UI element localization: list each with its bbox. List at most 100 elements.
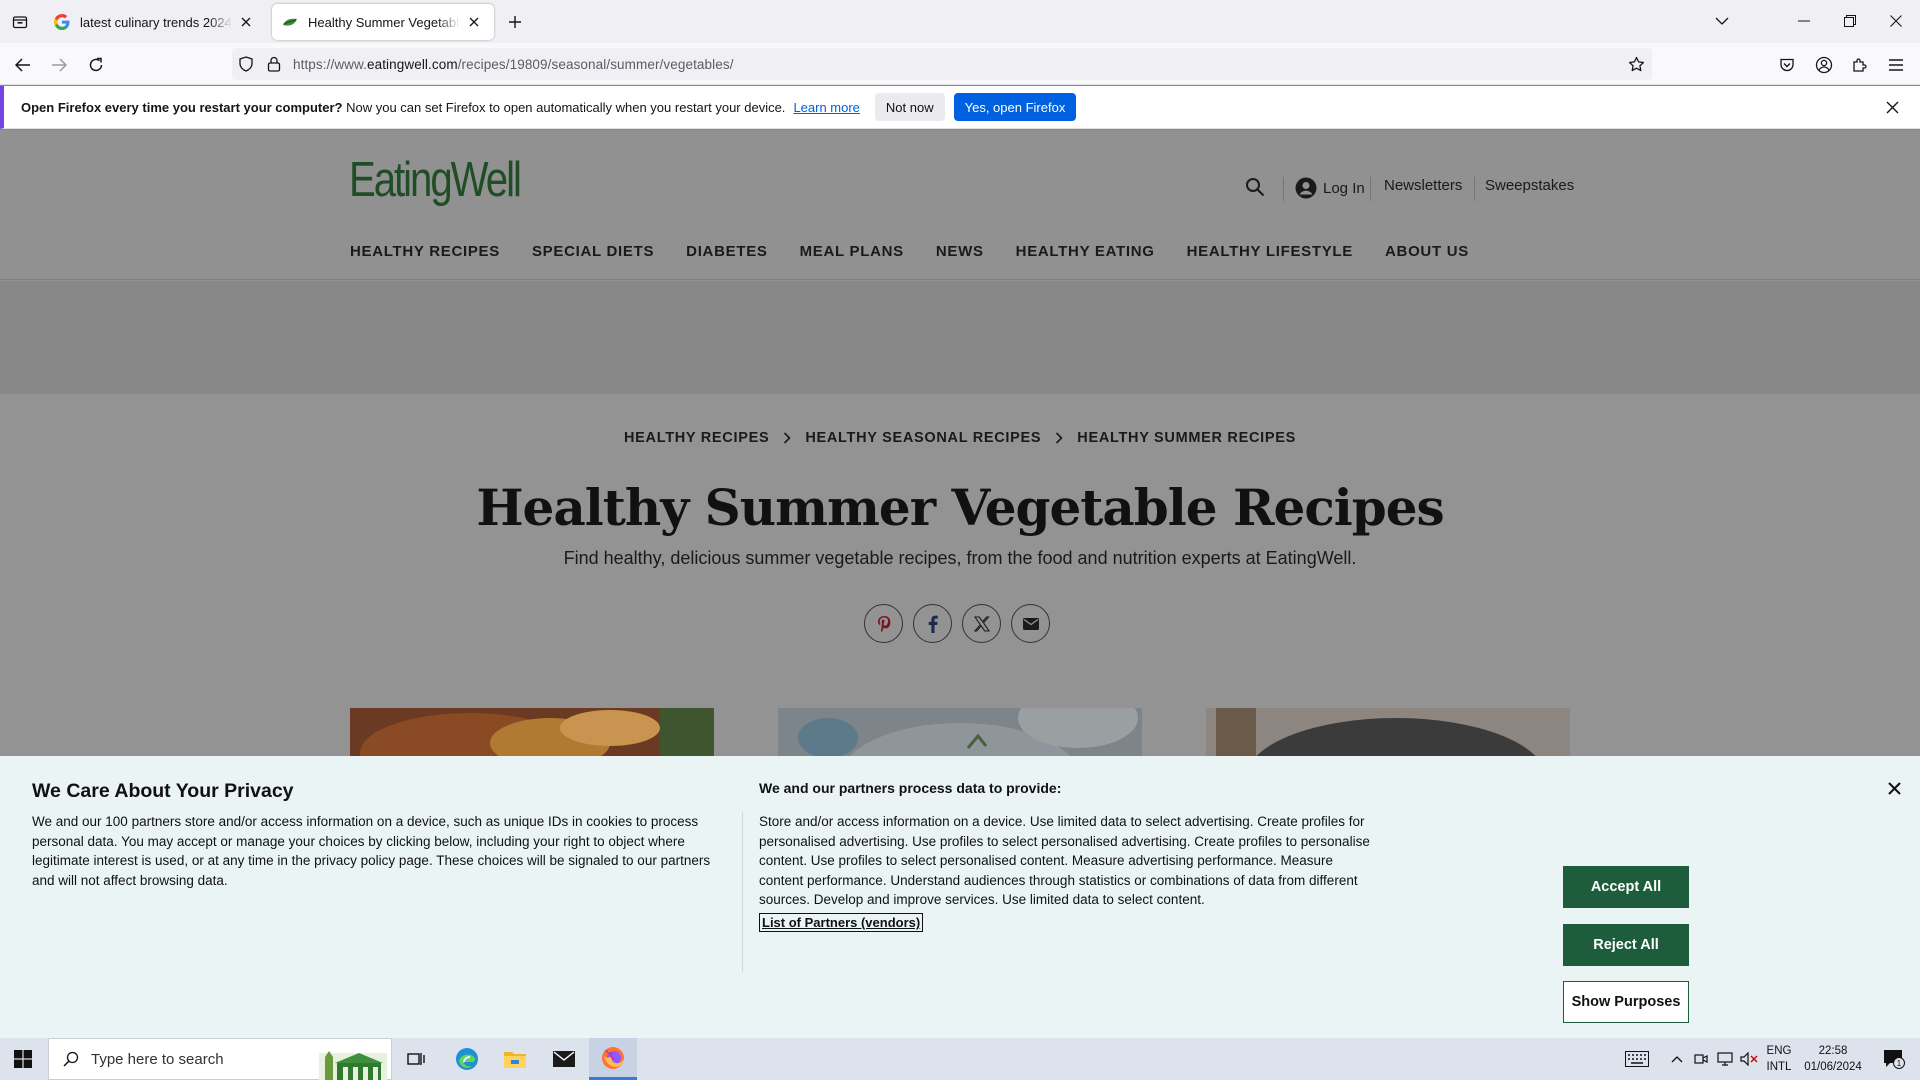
- tab-eatingwell[interactable]: Healthy Summer Vegetable Recipes: [272, 4, 494, 40]
- meet-now-icon[interactable]: [1690, 1038, 1712, 1080]
- breadcrumb-item[interactable]: HEALTHY SUMMER RECIPES: [1077, 430, 1296, 446]
- mail-icon[interactable]: [540, 1038, 588, 1080]
- nav-healthy-lifestyle[interactable]: HEALTHY LIFESTYLE: [1187, 243, 1353, 260]
- sweepstakes-link[interactable]: Sweepstakes: [1485, 177, 1574, 194]
- x-icon[interactable]: [962, 604, 1001, 643]
- firefox-notification-bar: Open Firefox every time you restart your…: [0, 86, 1920, 129]
- tab-title: latest culinary trends 2024 - Google Sea…: [80, 14, 232, 30]
- restore-icon[interactable]: [1836, 8, 1864, 34]
- email-icon[interactable]: [1011, 604, 1050, 643]
- language-code: ENG: [1766, 1045, 1792, 1057]
- user-avatar-icon: [1295, 177, 1317, 199]
- account-icon[interactable]: [1810, 51, 1838, 79]
- volume-muted-icon[interactable]: [1737, 1038, 1761, 1080]
- breadcrumb-item[interactable]: HEALTHY SEASONAL RECIPES: [805, 430, 1041, 446]
- newsletters-link[interactable]: Newsletters: [1384, 177, 1462, 194]
- header-divider: [1474, 177, 1475, 201]
- tracking-protection-shield-icon[interactable]: [236, 54, 256, 74]
- clock[interactable]: 22:58 01/06/2024: [1800, 1038, 1866, 1080]
- url-bar[interactable]: https://www.eatingwell.com/recipes/19809…: [232, 48, 1652, 80]
- tab-list-icon[interactable]: [8, 10, 32, 34]
- breadcrumb-item[interactable]: HEALTHY RECIPES: [624, 430, 769, 446]
- close-privacy-icon[interactable]: [1884, 778, 1904, 798]
- chevron-right-icon: [783, 432, 791, 444]
- keyboard-layout-icon[interactable]: [1620, 1038, 1654, 1080]
- google-icon: [54, 14, 70, 30]
- site-header: EatingWell Log In Newsletters Sweepstake…: [0, 130, 1920, 280]
- notification-count: 1: [1897, 1059, 1902, 1068]
- edge-browser-icon[interactable]: [443, 1038, 491, 1080]
- browser-nav-bar: https://www.eatingwell.com/recipes/19809…: [0, 43, 1920, 85]
- eatingwell-logo[interactable]: EatingWell: [349, 152, 522, 208]
- learn-more-link[interactable]: Learn more: [793, 100, 859, 115]
- reload-icon[interactable]: [82, 51, 110, 79]
- eatingwell-favicon-icon: [282, 14, 298, 30]
- list-of-partners-link[interactable]: List of Partners (vendors): [759, 913, 924, 932]
- url-text[interactable]: https://www.eatingwell.com/recipes/19809…: [293, 57, 734, 72]
- nav-healthy-recipes[interactable]: HEALTHY RECIPES: [350, 243, 500, 260]
- accept-all-button[interactable]: Accept All: [1563, 866, 1689, 908]
- language-indicator[interactable]: ENG INTL: [1762, 1038, 1796, 1080]
- not-now-button[interactable]: Not now: [874, 93, 945, 121]
- yes-open-firefox-button[interactable]: Yes, open Firefox: [953, 93, 1077, 121]
- nav-diabetes[interactable]: DIABETES: [686, 243, 767, 260]
- windows-taskbar: Type here to search ENG INTL 22:58 01/06/2…: [0, 1038, 1920, 1080]
- nav-meal-plans[interactable]: MEAL PLANS: [800, 243, 904, 260]
- bookmark-star-icon[interactable]: [1626, 54, 1646, 74]
- notification-message: Open Firefox every time you restart your…: [21, 99, 786, 115]
- header-divider: [1283, 177, 1284, 201]
- facebook-icon[interactable]: [913, 604, 952, 643]
- pocket-icon[interactable]: [1773, 51, 1801, 79]
- lock-icon[interactable]: [264, 54, 284, 74]
- page-title: Healthy Summer Vegetable Recipes: [476, 478, 1444, 537]
- close-tab-icon[interactable]: [464, 12, 484, 32]
- privacy-title: We Care About Your Privacy: [32, 780, 294, 802]
- task-view-icon[interactable]: [392, 1038, 440, 1080]
- purposes-title: We and our partners process data to prov…: [759, 780, 1062, 796]
- login-label: Log In: [1323, 179, 1365, 197]
- main-navigation: HEALTHY RECIPES SPECIAL DIETS DIABETES M…: [350, 243, 1501, 260]
- share-buttons: [864, 604, 1050, 643]
- privacy-divider: [742, 812, 743, 972]
- back-arrow-icon[interactable]: [9, 51, 37, 79]
- nav-special-diets[interactable]: SPECIAL DIETS: [532, 243, 654, 260]
- tab-google-search[interactable]: latest culinary trends 2024 - Google Sea…: [44, 4, 266, 40]
- clock-time: 22:58: [1818, 1045, 1848, 1057]
- app-menu-hamburger-icon[interactable]: [1882, 51, 1910, 79]
- reject-all-button[interactable]: Reject All: [1563, 924, 1689, 966]
- windows-start-icon[interactable]: [0, 1038, 46, 1080]
- nav-news[interactable]: NEWS: [936, 243, 984, 260]
- close-window-icon[interactable]: [1882, 8, 1910, 34]
- search-highlight-illustration-icon: [315, 1039, 391, 1080]
- keyboard-variant: INTL: [1766, 1061, 1792, 1073]
- ad-slot: [0, 281, 1920, 394]
- forward-arrow-icon[interactable]: [45, 51, 73, 79]
- extensions-puzzle-icon[interactable]: [1846, 51, 1874, 79]
- chevron-right-icon: [1055, 432, 1063, 444]
- show-purposes-button[interactable]: Show Purposes: [1563, 981, 1689, 1023]
- notification-center-icon[interactable]: 1: [1874, 1038, 1914, 1080]
- privacy-consent-banner: We Care About Your Privacy We and our 10…: [0, 756, 1920, 1038]
- close-notification-icon[interactable]: [1882, 97, 1902, 117]
- nav-healthy-eating[interactable]: HEALTHY EATING: [1016, 243, 1155, 260]
- login-link[interactable]: Log In: [1295, 177, 1365, 199]
- close-tab-icon[interactable]: [236, 12, 256, 32]
- purposes-body: Store and/or access information on a dev…: [759, 814, 1370, 907]
- nav-about-us[interactable]: ABOUT US: [1385, 243, 1469, 260]
- clock-date: 01/06/2024: [1804, 1061, 1862, 1073]
- minimize-icon[interactable]: [1790, 8, 1818, 34]
- page-subtitle: Find healthy, delicious summer vegetable…: [563, 548, 1357, 568]
- taskbar-search-box[interactable]: Type here to search: [48, 1038, 392, 1080]
- header-divider: [1370, 177, 1371, 201]
- search-icon[interactable]: [1245, 177, 1265, 197]
- firefox-taskbar-icon[interactable]: [589, 1038, 637, 1080]
- list-all-tabs-chevron-icon[interactable]: [1708, 8, 1736, 34]
- file-explorer-icon[interactable]: [491, 1038, 539, 1080]
- search-placeholder: Type here to search: [91, 1050, 224, 1068]
- network-icon[interactable]: [1713, 1038, 1737, 1080]
- show-hidden-icons-chevron-up-icon[interactable]: [1665, 1038, 1689, 1080]
- new-tab-plus-icon[interactable]: [503, 10, 527, 34]
- pinterest-icon[interactable]: [864, 604, 903, 643]
- privacy-body: We and our 100 partners store and/or acc…: [32, 814, 711, 888]
- breadcrumb: HEALTHY RECIPES HEALTHY SEASONAL RECIPES…: [0, 430, 1920, 446]
